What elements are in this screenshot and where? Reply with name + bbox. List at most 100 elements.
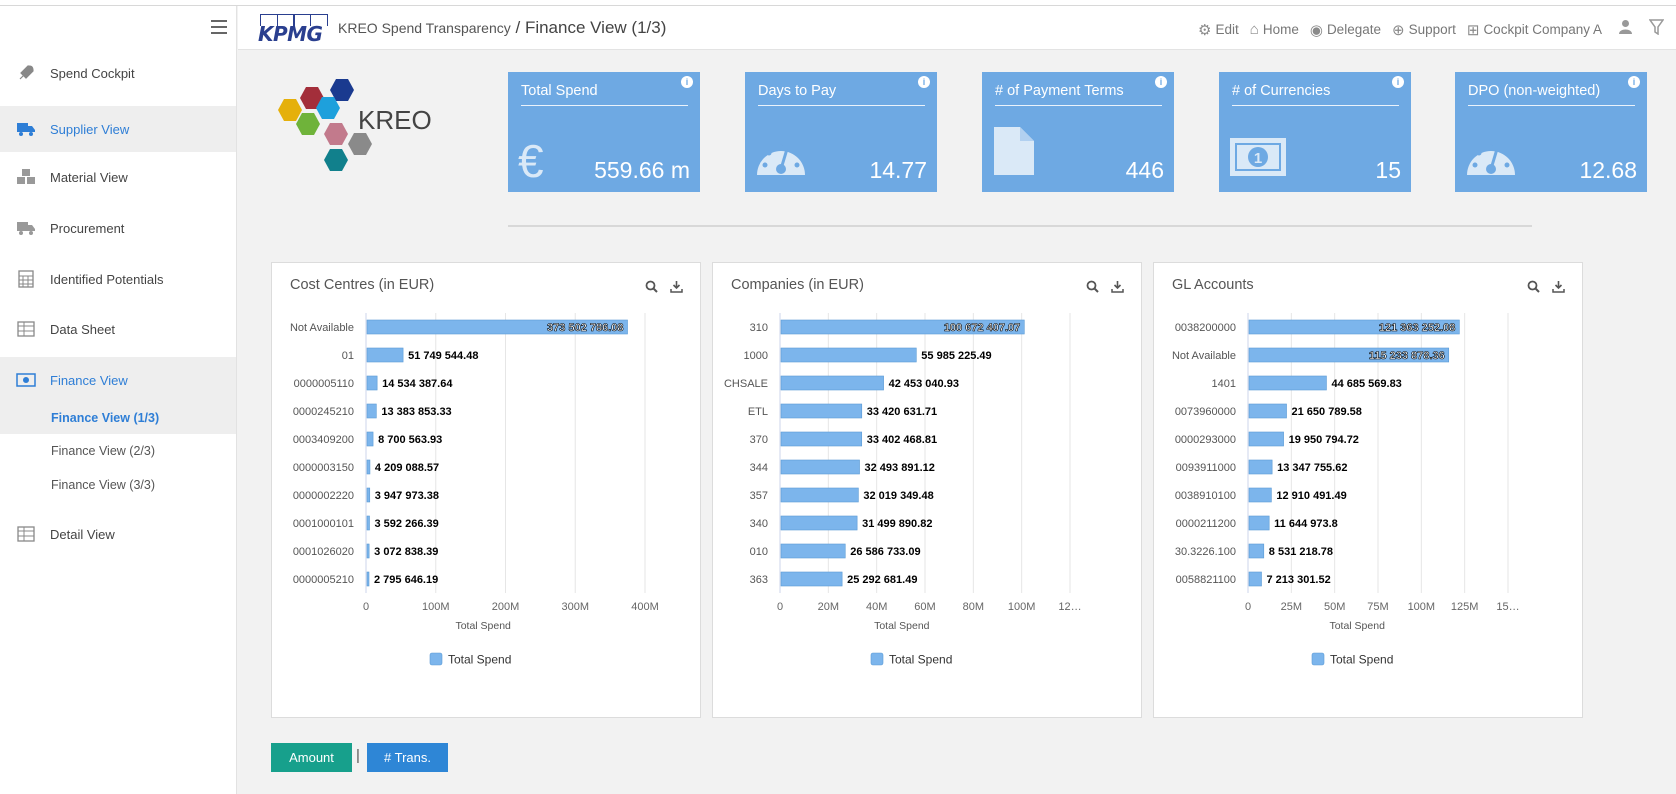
data-label: 4 209 088.57	[375, 462, 439, 474]
kpi-payment-terms[interactable]: # of Payment Terms i 446	[982, 72, 1174, 192]
gl-accounts-chart: 0 25M 50M 75M 100M 125M 15… 0038200000 121 363 2…	[1172, 313, 1520, 667]
sidebar: Spend Cockpit Supplier View Material Vie…	[0, 6, 237, 794]
x-tick-label: 0	[363, 601, 369, 613]
home-link[interactable]: ⌂ Home	[1250, 21, 1299, 38]
transactions-button[interactable]: # Trans.	[367, 743, 448, 772]
table-icon	[16, 525, 36, 543]
sidebar-item-label: Detail View	[50, 526, 115, 542]
menu-toggle-icon[interactable]	[211, 20, 227, 34]
bar	[780, 571, 843, 587]
filter-icon[interactable]	[1648, 19, 1665, 40]
data-label: 8 531 218.78	[1269, 546, 1333, 558]
kpmg-logo[interactable]: KPMG	[258, 14, 330, 46]
kpi-value: 559.66 m	[594, 157, 690, 183]
breadcrumb-separator: /	[510, 18, 525, 37]
x-tick-label: 20M	[818, 601, 839, 613]
dashboard-icon	[1465, 135, 1517, 184]
info-icon[interactable]: i	[681, 76, 693, 88]
data-label: 55 985 225.49	[921, 350, 991, 362]
data-label: 3 072 838.39	[374, 546, 438, 558]
search-icon[interactable]	[1526, 280, 1541, 295]
panel-gl-accounts: GL Accounts 0 25M 50M 75M 100M 125M 15… 0038200…	[1153, 262, 1583, 718]
y-tick-label: 0000211200	[1176, 518, 1236, 530]
delegate-link[interactable]: ◉ Delegate	[1310, 21, 1381, 39]
x-tick-label: 60M	[914, 601, 935, 613]
y-tick-label: 0000005210	[293, 574, 354, 586]
user-icon[interactable]	[1618, 19, 1633, 40]
company-link[interactable]: ⊞ Cockpit Company A	[1467, 21, 1602, 39]
sidebar-item-material-view[interactable]: Material View	[0, 154, 236, 200]
x-tick-label: 40M	[866, 601, 887, 613]
subnav-finance-view-2[interactable]: Finance View (2/3)	[0, 435, 236, 467]
sidebar-item-finance-view[interactable]: Finance View	[0, 357, 236, 403]
app-name: KREO Spend Transparency	[338, 20, 511, 36]
y-tick-label: 0001000101	[293, 518, 354, 530]
home-icon: ⌂	[1249, 21, 1259, 38]
lifebuoy-icon: ⊕	[1391, 21, 1405, 39]
data-label: 13 383 853.33	[381, 406, 451, 418]
panel-tools	[1526, 280, 1566, 295]
sidebar-item-spend-cockpit[interactable]: Spend Cockpit	[0, 50, 236, 96]
kpi-currencies[interactable]: # of Currencies i 1 15	[1219, 72, 1411, 192]
info-icon[interactable]: i	[1155, 76, 1167, 88]
edit-link[interactable]: ⚙ Edit	[1198, 21, 1239, 39]
info-icon[interactable]: i	[1628, 76, 1640, 88]
kreo-logo-text: KREO	[358, 105, 432, 135]
download-icon[interactable]	[1110, 280, 1125, 295]
kpi-title: Days to Pay	[758, 83, 925, 106]
cost-centres-chart: 0 100M 200M 300M 400M Not Available 373 502 78…	[290, 313, 659, 667]
companies-chart: 0 20M 40M 60M 80M 100M 12… 310 100 672 407.07 100…	[724, 313, 1082, 667]
bar	[780, 403, 863, 419]
data-label: 12 910 491.49	[1276, 490, 1346, 502]
subnav-finance-view-3[interactable]: Finance View (3/3)	[0, 469, 236, 501]
download-icon[interactable]	[669, 280, 684, 295]
subnav-finance-view-1[interactable]: Finance View (1/3)	[0, 402, 236, 434]
x-tick-label: 200M	[492, 601, 520, 613]
data-label: 32 493 891.12	[865, 462, 935, 474]
search-icon[interactable]	[1085, 280, 1100, 295]
y-tick-label: 01	[342, 350, 354, 362]
legend-label: Total Spend	[1330, 653, 1393, 667]
info-icon[interactable]: i	[918, 76, 930, 88]
dashboard-icon	[755, 135, 807, 184]
kpi-total-spend[interactable]: Total Spend i € 559.66 m	[508, 72, 700, 192]
y-tick-label: 0038200000	[1175, 322, 1236, 334]
data-label: 2 795 646.19	[374, 574, 438, 586]
y-tick-label: 0073960000	[1175, 406, 1236, 418]
bar	[366, 347, 404, 363]
kpi-days-to-pay[interactable]: Days to Pay i 14.77	[745, 72, 937, 192]
y-tick-label: 0000002220	[293, 490, 354, 502]
support-link[interactable]: ⊕ Support	[1392, 21, 1456, 39]
y-tick-label: 357	[750, 490, 768, 502]
bar	[1248, 543, 1265, 559]
y-tick-label: 340	[750, 518, 768, 530]
x-tick-label: 100M	[422, 601, 450, 613]
y-tick-label: 363	[750, 574, 768, 586]
amount-button[interactable]: Amount	[271, 743, 352, 772]
info-icon[interactable]: i	[1392, 76, 1404, 88]
search-icon[interactable]	[644, 280, 659, 295]
y-tick-label: 0093911000	[1176, 462, 1236, 474]
data-label: 121 363 252.08	[1379, 322, 1455, 334]
kpi-dpo[interactable]: DPO (non-weighted) i 12.68	[1455, 72, 1647, 192]
kpi-value: 15	[1375, 157, 1401, 183]
bar	[1248, 459, 1273, 475]
bar	[1248, 431, 1284, 447]
panel-tools	[644, 280, 684, 295]
bar	[366, 459, 371, 475]
sidebar-item-data-sheet[interactable]: Data Sheet	[0, 306, 236, 352]
data-label: 100 672 407.07	[944, 322, 1020, 334]
sidebar-item-identified-potentials[interactable]: Identified Potentials	[0, 256, 236, 302]
sidebar-item-supplier-view[interactable]: Supplier View	[0, 106, 236, 152]
x-tick-label: 80M	[963, 601, 984, 613]
sidebar-item-detail-view[interactable]: Detail View	[0, 511, 236, 557]
gears-icon: ⚙	[1198, 21, 1212, 39]
rocket-icon	[16, 64, 36, 82]
sidebar-item-procurement[interactable]: Procurement	[0, 205, 236, 251]
x-tick-label: 12…	[1058, 601, 1081, 613]
kpi-title: # of Payment Terms	[995, 83, 1162, 106]
bar	[366, 515, 370, 531]
bar	[366, 403, 377, 419]
download-icon[interactable]	[1551, 280, 1566, 295]
y-tick-label: 0038910100	[1175, 490, 1236, 502]
